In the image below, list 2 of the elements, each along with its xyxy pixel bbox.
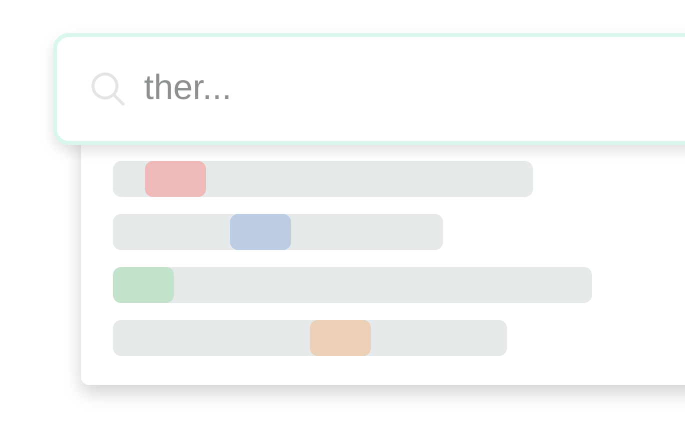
search-input[interactable]: ther... (144, 68, 444, 108)
search-icon (90, 71, 126, 107)
